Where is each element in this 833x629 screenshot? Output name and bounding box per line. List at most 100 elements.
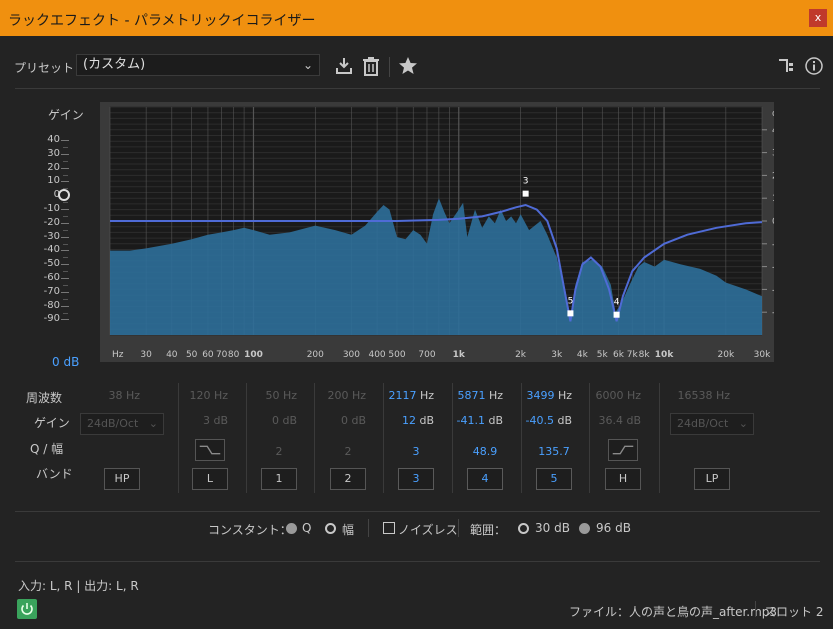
gain-tick-minor	[63, 285, 68, 286]
x-tick-label: 30k	[754, 350, 771, 360]
band-q[interactable]: 135.7	[524, 445, 584, 458]
band-button-lp[interactable]: LP	[694, 468, 730, 490]
x-tick-label: Hz	[112, 350, 124, 360]
band-freq: 16538 Hz	[677, 389, 730, 402]
preset-dropdown[interactable]: (カスタム) ⌄	[76, 54, 320, 76]
band-freq-value: 5871	[457, 389, 486, 402]
gain-tick	[61, 305, 69, 307]
routing-icon[interactable]	[777, 57, 795, 75]
chevron-down-icon: ⌄	[302, 58, 313, 72]
download-icon[interactable]	[333, 56, 355, 76]
gain-tick-minor	[63, 298, 68, 300]
x-tick-label: 400	[368, 350, 385, 360]
x-tick-label: 50	[186, 350, 198, 360]
band-q[interactable]: 48.9	[455, 445, 515, 458]
divider	[15, 561, 820, 562]
constant-width-radio[interactable]	[325, 523, 336, 534]
range-96-label: 96 dB	[596, 521, 631, 535]
trash-icon[interactable]	[361, 56, 381, 76]
x-tick-label: 3k	[551, 350, 563, 360]
range-30-radio[interactable]	[518, 523, 529, 534]
gain-tick-label: 40	[47, 134, 60, 145]
band-button-hp[interactable]: HP	[104, 468, 140, 490]
band-row-label: バンド	[36, 467, 73, 481]
band-button-3[interactable]: 3	[398, 468, 434, 490]
x-tick-label: 40	[166, 350, 178, 360]
noiseless-checkbox[interactable]	[383, 522, 395, 534]
low-shelf-icon	[195, 439, 225, 461]
band-button-2[interactable]: 2	[330, 468, 366, 490]
chevron-down-icon: ⌄	[148, 417, 158, 430]
y-tick-label: -10	[772, 240, 774, 250]
band-gain: 0 dB	[340, 414, 366, 427]
x-tick-label: 8k	[639, 350, 651, 360]
gain-tick-label: -10	[43, 203, 60, 214]
y-tick-label: 30	[772, 149, 774, 159]
band-freq-unit: Hz	[485, 389, 503, 402]
power-button[interactable]	[17, 599, 37, 619]
gain-tick-label: -30	[43, 230, 60, 242]
constant-q-radio[interactable]	[286, 523, 297, 534]
band-q[interactable]: 2	[318, 445, 378, 458]
gain-tick	[61, 278, 69, 279]
divider	[15, 511, 820, 512]
band-button-1[interactable]: 1	[261, 468, 297, 490]
x-tick-label: 200	[307, 350, 324, 360]
gain-tick-label: -70	[43, 285, 60, 297]
x-tick-label: 100	[244, 350, 263, 360]
window-title: ラックエフェクト - パラメトリックイコライザー	[8, 13, 316, 29]
band-freq-unit: Hz	[416, 389, 434, 402]
slope-dropdown: 24dB/Oct ⌄	[670, 413, 754, 435]
gain-tick	[61, 319, 69, 321]
divider	[368, 519, 369, 537]
gain-tick	[61, 291, 69, 293]
gain-slider-label: ゲイン	[48, 108, 84, 122]
band-freq-unit: Hz	[554, 389, 572, 402]
band-gain[interactable]: 12 dB	[372, 414, 434, 427]
band-q[interactable]: 3	[386, 445, 446, 458]
gain-slider[interactable]: 40 30 20 10 0 -10 -20 -30 -40 -50 -60 -70 -80 -90	[40, 134, 80, 340]
band-gain: 36.4 dB	[598, 414, 641, 427]
range-30-label: 30 dB	[535, 521, 570, 535]
gain-tick-minor	[63, 229, 68, 231]
band-gain-unit: dB	[553, 414, 572, 427]
band-freq[interactable]: 2117 Hz	[372, 389, 434, 402]
band-column-divider	[659, 383, 660, 493]
y-tick-label: 10	[772, 194, 774, 204]
gain-slider-knob[interactable]	[58, 189, 70, 202]
gain-row-label: ゲイン	[34, 416, 70, 430]
band-q[interactable]: 2	[249, 445, 309, 458]
band-button-4[interactable]: 4	[467, 468, 503, 490]
eq-graph-svg[interactable]: 35 4Hz 30 40 50 60 70 80 100 200 300 400 500 700 1k 2k 3…	[100, 102, 787, 362]
preset-value: (カスタム)	[83, 57, 146, 72]
range-96-radio[interactable]	[579, 523, 590, 534]
gain-tick-minor	[63, 271, 68, 273]
band-gain[interactable]: -40.5 dB	[510, 414, 573, 427]
gain-tick-minor	[63, 160, 68, 162]
band-button-h[interactable]: H	[605, 468, 641, 490]
band-marker-label: 4	[614, 298, 620, 308]
y-tick-label: -40	[772, 308, 774, 318]
close-button[interactable]: x	[809, 9, 827, 27]
x-tick-label: 500	[388, 350, 405, 360]
star-icon[interactable]	[398, 56, 418, 76]
band-gain[interactable]: -41.1 dB	[441, 414, 504, 427]
band-freq[interactable]: 3499 Hz	[510, 389, 572, 402]
y-tick-label: 20	[772, 171, 774, 181]
eq-graph[interactable]: 3 5 4 Hz 30 40 50 60 70 80 100 200 300 400 500 700 1k 2k 3…	[100, 102, 787, 362]
band-freq: 38 Hz	[108, 389, 140, 402]
x-tick-label: 70	[216, 350, 228, 360]
band-freq[interactable]: 5871 Hz	[441, 389, 503, 402]
band-freq: 6000 Hz	[595, 389, 641, 402]
y-tick-label: -30	[772, 285, 774, 295]
gain-value: 0 dB	[52, 355, 79, 369]
info-icon[interactable]	[805, 57, 823, 75]
divider	[15, 88, 820, 89]
band-marker	[567, 310, 574, 317]
x-tick-label: 700	[418, 350, 435, 360]
gain-tick-label: -50	[43, 258, 60, 270]
band-button-5[interactable]: 5	[536, 468, 572, 490]
band-gain-value: -41.1	[456, 414, 485, 427]
gain-tick	[61, 181, 69, 183]
band-button-l[interactable]: L	[192, 468, 228, 490]
